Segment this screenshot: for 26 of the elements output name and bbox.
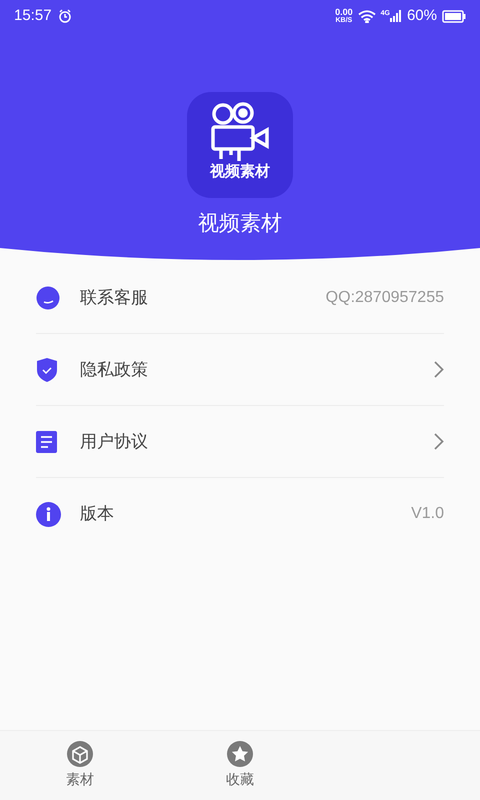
menu-label: 版本 <box>80 503 115 526</box>
clock-time: 15:57 <box>14 6 52 26</box>
tab-item[interactable]: 素材 <box>0 731 160 800</box>
menu-item[interactable]: 用户协议 <box>36 406 444 478</box>
menu-value: V1.0 <box>411 504 444 524</box>
app-name: 视频素材 <box>198 211 282 237</box>
tab-item[interactable]: 收藏 <box>160 731 320 800</box>
document-icon <box>36 430 57 452</box>
menu-item[interactable]: 版本 V1.0 <box>36 478 444 550</box>
menu-label: 用户协议 <box>80 430 149 453</box>
movie-camera-icon <box>209 102 271 162</box>
menu-value: QQ:2870957255 <box>326 288 444 308</box>
alarm-icon <box>58 9 72 23</box>
cube-icon <box>67 741 93 767</box>
network-speed: 0.00 <box>335 8 353 17</box>
shield-check-icon <box>36 358 58 382</box>
menu-label: 隐私政策 <box>80 358 149 381</box>
info-icon <box>36 502 61 526</box>
menu-item[interactable]: 隐私政策 <box>36 334 444 406</box>
battery-icon <box>442 10 466 22</box>
wifi-icon <box>358 10 376 22</box>
signal-icon <box>390 10 402 22</box>
menu-label: 联系客服 <box>80 286 149 309</box>
battery-percent: 60% <box>406 6 437 26</box>
menu-item[interactable]: 联系客服 QQ:2870957255 <box>36 262 444 334</box>
logo-text: 视频素材 <box>210 164 270 179</box>
